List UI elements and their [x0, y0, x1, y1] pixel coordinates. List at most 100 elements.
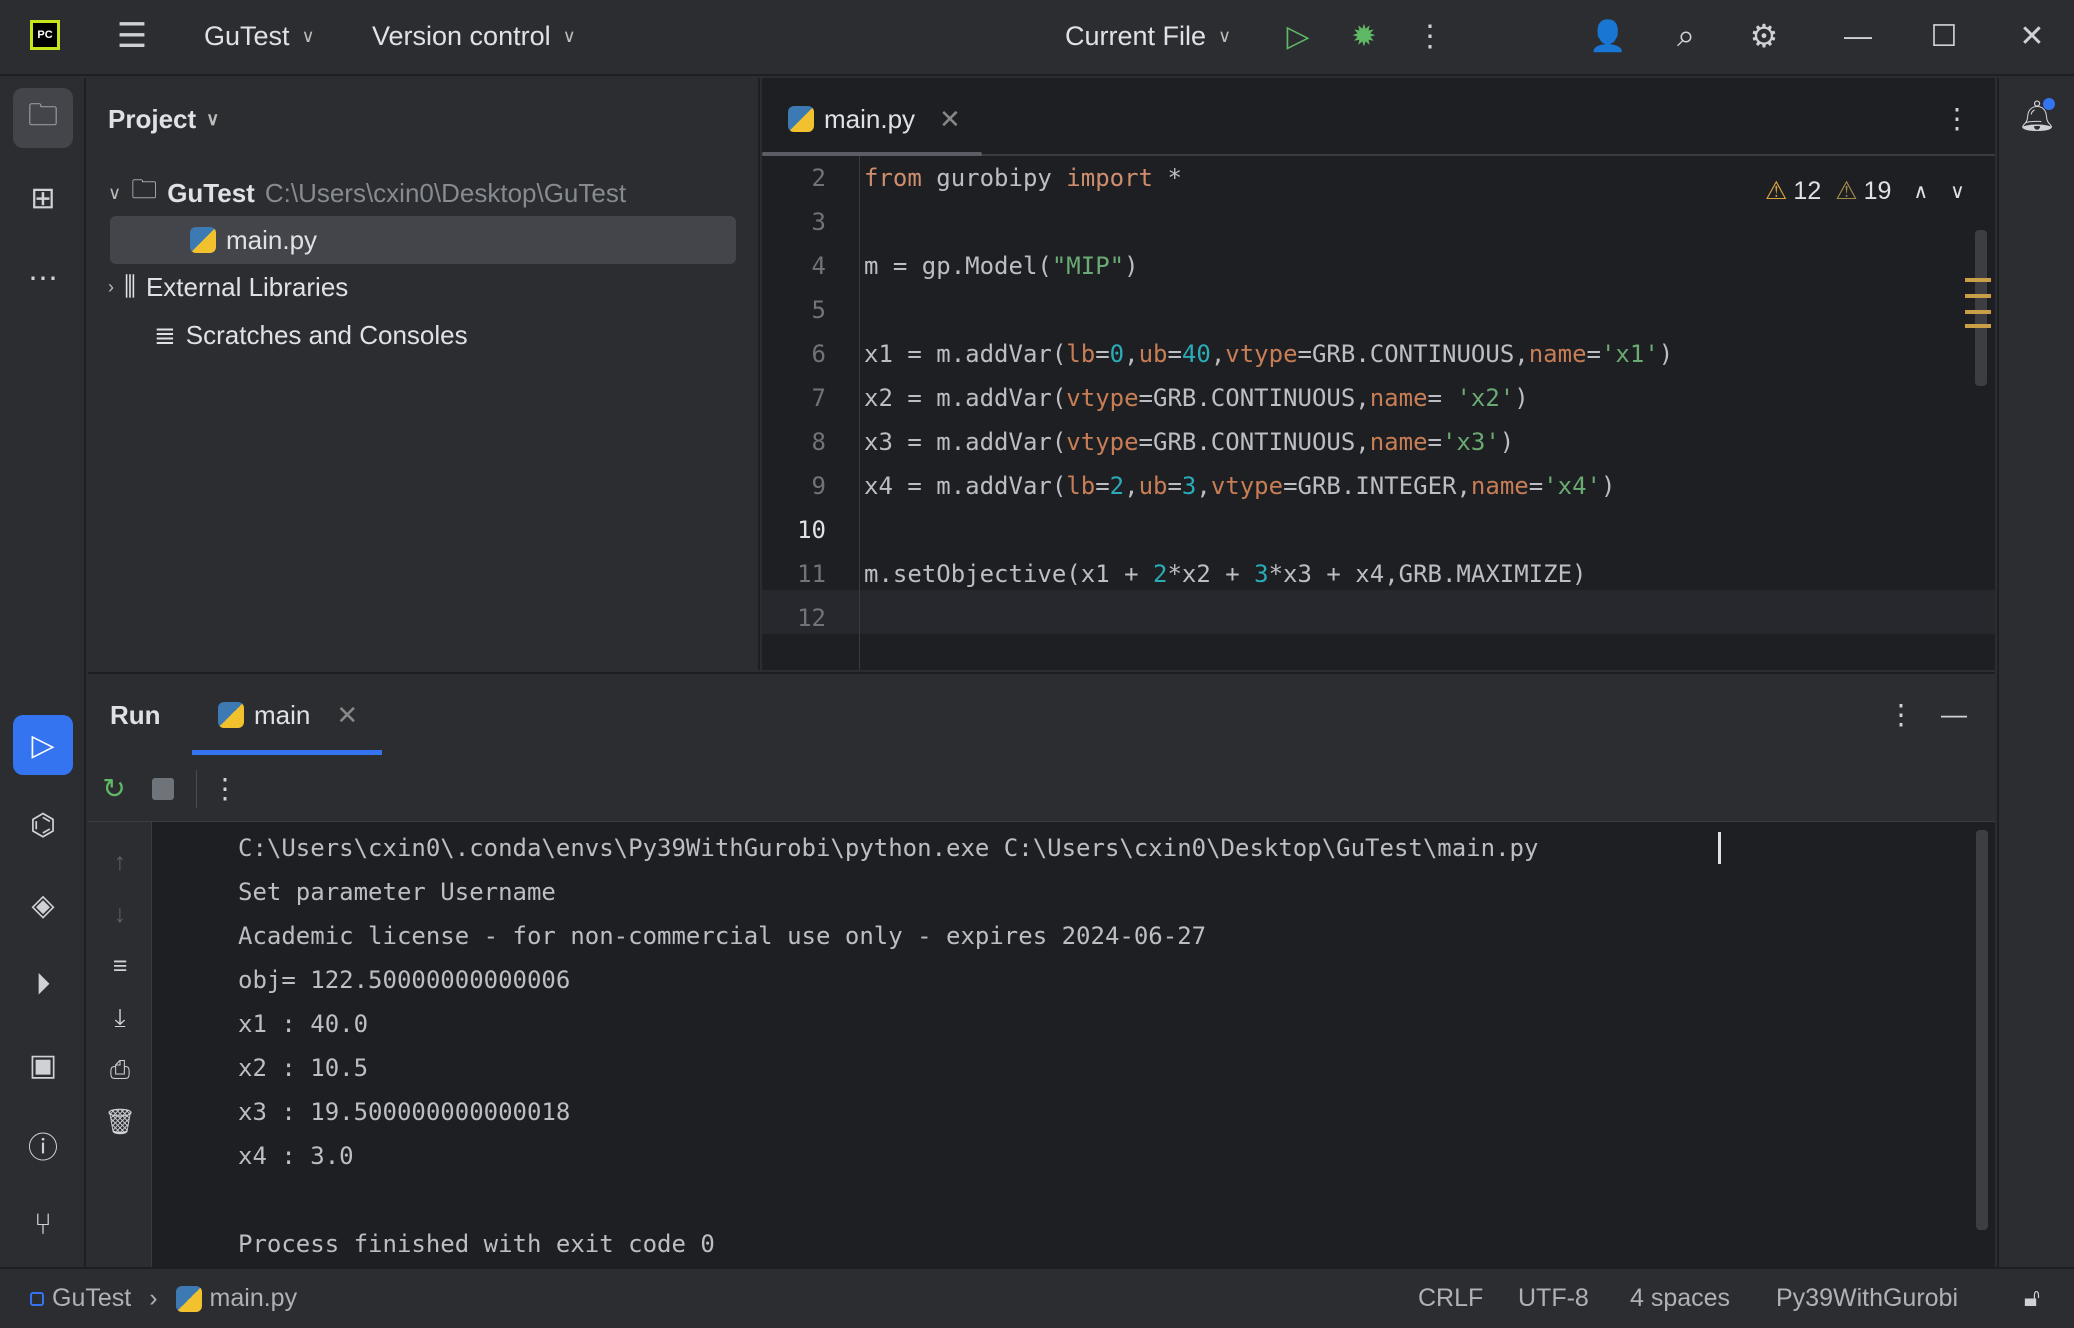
breadcrumb[interactable]: GuTest › main.py	[30, 1269, 297, 1328]
run-tab-main[interactable]: main ✕	[218, 692, 358, 738]
chevron-down-icon: ∨	[206, 108, 220, 129]
inspection-widget[interactable]: ⚠ 12 ⚠ 19 ∧ ∨	[1765, 168, 1965, 214]
code-token: name	[1528, 340, 1587, 368]
code-token: m.setObjective(x1 +	[864, 560, 1153, 588]
line-number: 10	[797, 516, 826, 544]
git-icon[interactable]: ⑂	[13, 1195, 73, 1255]
arrow-down-icon[interactable]: ↓	[100, 894, 140, 934]
code-token: 0	[1109, 340, 1125, 368]
code-token: name	[1369, 384, 1428, 412]
problems-icon[interactable]: ⓘ	[13, 1115, 73, 1175]
code-line[interactable]: x1 = m.addVar(lb=0,ub=40,vtype=GRB.CONTI…	[864, 332, 1673, 376]
trash-icon[interactable]: 🗑︎	[100, 1102, 140, 1142]
editor-scrollbar[interactable]	[1975, 230, 1987, 386]
code-token: =	[1427, 428, 1442, 456]
minimize-icon[interactable]: —	[1836, 14, 1880, 58]
folder-icon[interactable]: 🗀	[13, 88, 73, 148]
main-menu-icon[interactable]: ☰	[112, 16, 152, 56]
add-user-icon[interactable]: 👤	[1586, 14, 1630, 58]
project-selector[interactable]: GuTest ∨	[204, 0, 315, 72]
run-config-label: Current File	[1065, 20, 1207, 51]
debug-icon[interactable]: ✹	[1344, 16, 1384, 56]
scroll-to-end-icon[interactable]: ⤓	[100, 998, 140, 1038]
tree-item-root[interactable]: ∨ 🗀 GuTest C:\Users\cxin0\Desktop\GuTest	[108, 170, 626, 216]
code-token: 2	[1109, 472, 1125, 500]
chevron-down-icon[interactable]: ∨	[108, 183, 121, 204]
indent[interactable]: 4 spaces	[1630, 1269, 1730, 1328]
code-token: import	[1066, 164, 1153, 192]
rerun-icon[interactable]: ↻	[94, 768, 134, 808]
code-token: vtype	[1210, 472, 1284, 500]
more-icon[interactable]: ⋮	[210, 768, 240, 808]
print-icon[interactable]: ⎙	[100, 1050, 140, 1090]
line-number: 11	[797, 560, 826, 588]
warning-marker	[1965, 278, 1991, 282]
more-icon[interactable]: ⋮	[1410, 16, 1450, 56]
console-line: x3 : 19.500000000000018	[238, 1098, 571, 1126]
close-tab-icon[interactable]: ✕	[939, 104, 961, 135]
tree-item-main-py[interactable]: main.py	[110, 216, 736, 264]
more-icon[interactable]: ⋯	[13, 248, 73, 308]
code-token: x1 = m.addVar(	[864, 340, 1067, 368]
more-icon[interactable]: ⋮	[1942, 98, 1972, 138]
breadcrumb-project[interactable]: GuTest	[52, 1284, 131, 1313]
more-icon[interactable]: ⋮	[1886, 694, 1916, 734]
layers-icon[interactable]: ◈	[13, 875, 73, 935]
notifications-icon[interactable]: 🔔︎	[2015, 94, 2059, 138]
search-icon[interactable]: ⌕	[1664, 14, 1708, 58]
code-token: )	[1499, 428, 1515, 456]
code-line[interactable]: m.setObjective(x1 + 2*x2 + 3*x3 + x4,GRB…	[864, 552, 1586, 596]
run-icon[interactable]: ▷	[13, 715, 73, 775]
weak-warning-icon: ⚠	[1835, 177, 1858, 205]
stop-icon[interactable]	[152, 778, 174, 800]
console-side-toolbar: ↑ ↓ ≡ ⤓ ⎙ 🗑︎	[88, 822, 152, 1269]
code-line[interactable]: x4 = m.addVar(lb=2,ub=3,vtype=GRB.INTEGE…	[864, 464, 1615, 508]
library-icon: ⫼	[124, 271, 136, 301]
code-token: =GRB.CONTINUOUS,	[1138, 428, 1370, 456]
gear-icon[interactable]: ⚙	[1742, 14, 1786, 58]
run-config-selector[interactable]: Current File ∨	[1065, 0, 1231, 72]
code-token: ,	[1124, 472, 1139, 500]
arrow-up-icon[interactable]: ↑	[100, 842, 140, 882]
code-line[interactable]: x3 = m.addVar(vtype=GRB.CONTINUOUS,name=…	[864, 420, 1514, 464]
chevron-down-icon[interactable]: ∨	[1950, 179, 1965, 204]
lock-icon[interactable]: 🔓︎	[2012, 1269, 2052, 1328]
tree-item-scratches[interactable]: ≣ Scratches and Consoles	[154, 312, 468, 358]
folder-icon: 🗀	[131, 174, 158, 204]
structure-icon[interactable]: ⊞	[13, 168, 73, 228]
line-separator[interactable]: CRLF	[1418, 1269, 1483, 1328]
interpreter[interactable]: Py39WithGurobi	[1776, 1269, 1958, 1328]
line-number: 2	[811, 164, 826, 192]
maximize-icon[interactable]: ☐	[1922, 14, 1966, 58]
code-editor[interactable]: main.py ✕ ⋮ 2 3 4 5 6 7 8 9 10 11 12 from…	[762, 78, 1995, 670]
module-icon	[30, 1291, 44, 1306]
vcs-selector[interactable]: Version control ∨	[372, 0, 576, 72]
project-panel-title[interactable]: Project ∨	[108, 96, 219, 142]
breadcrumb-file[interactable]: main.py	[210, 1284, 298, 1313]
code-line[interactable]: from gurobipy import *	[864, 156, 1182, 200]
python-console-icon[interactable]: ⌬	[13, 795, 73, 855]
console-line: x1 : 40.0	[238, 1010, 369, 1038]
scratches-icon: ≣	[154, 319, 176, 350]
code-token: =GRB.CONTINUOUS,	[1297, 340, 1529, 368]
terminal-icon[interactable]: ▣	[13, 1035, 73, 1095]
services-icon[interactable]: ⏵	[13, 955, 73, 1015]
hide-panel-icon[interactable]: —	[1936, 694, 1972, 734]
chevron-right-icon[interactable]: ›	[108, 277, 114, 298]
code-line[interactable]: m = gp.Model("MIP")	[864, 244, 1139, 288]
code-token: =	[1167, 472, 1182, 500]
chevron-down-icon: ∨	[1218, 25, 1232, 46]
close-icon[interactable]: ✕	[2010, 14, 2054, 58]
chevron-up-icon[interactable]: ∧	[1913, 179, 1928, 204]
editor-tab-main-py[interactable]: main.py ✕	[788, 96, 961, 142]
encoding[interactable]: UTF-8	[1518, 1269, 1589, 1328]
console-scrollbar[interactable]	[1976, 830, 1988, 1230]
code-line[interactable]: x2 = m.addVar(vtype=GRB.CONTINUOUS,name=…	[864, 376, 1529, 420]
code-token: ,	[1210, 340, 1226, 368]
tree-item-external-libraries[interactable]: › ⫼ External Libraries	[108, 264, 348, 310]
run-icon[interactable]: ▷	[1278, 16, 1318, 56]
console-output[interactable]: C:\Users\cxin0\.conda\envs\Py39WithGurob…	[152, 822, 1995, 1269]
close-tab-icon[interactable]: ✕	[336, 700, 358, 731]
vcs-label: Version control	[372, 20, 551, 51]
soft-wrap-icon[interactable]: ≡	[100, 946, 140, 986]
